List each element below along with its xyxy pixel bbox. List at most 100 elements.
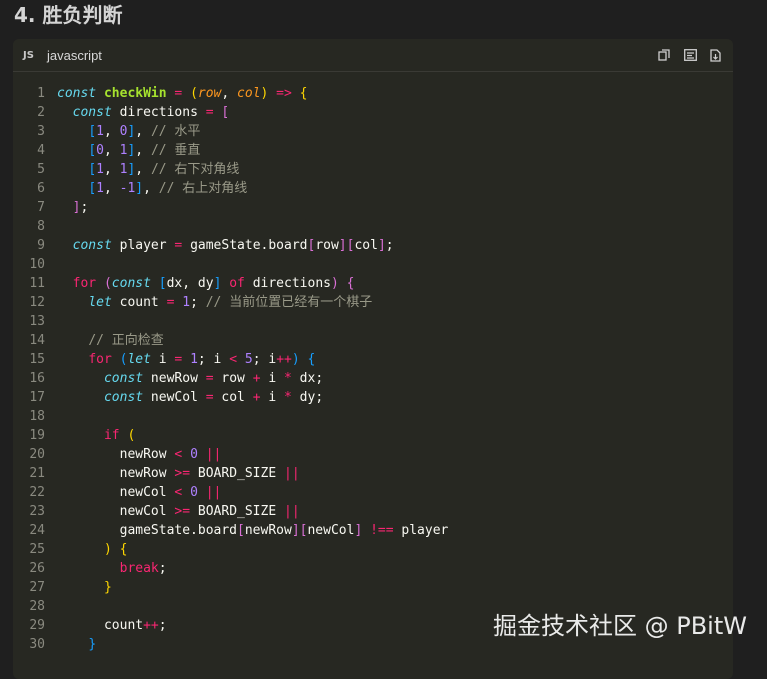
code-line: 9 const player = gameState.board[row][co… [13,236,733,255]
code-line: 23 newCol >= BOARD_SIZE || [13,502,733,521]
code-token: dx, dy [166,276,214,291]
code-token: gameState.board [190,238,308,253]
code-token: player [111,238,167,253]
code-token: , [221,86,238,101]
line-number: 28 [29,599,45,614]
code-token: count [111,295,159,310]
code-token: // 垂直 [150,143,201,158]
code-line: 19 if ( [13,426,733,445]
code-token: const [57,86,97,101]
code-token: ; [158,618,167,633]
line-number: 5 [37,162,45,177]
code-token: row [221,371,245,386]
code-text: const newRow = row + i * dx; [57,369,323,388]
code-token: { [346,276,355,291]
code-token: // 右下对角线 [150,162,240,177]
code-token: // 正向检查 [88,333,164,348]
code-text: newCol >= BOARD_SIZE || [57,502,300,521]
download-icon[interactable] [709,48,723,62]
line-number: 3 [37,124,45,139]
code-text: // 正向检查 [57,331,164,350]
code-line: 20 newRow < 0 || [13,445,733,464]
code-token: BOARD_SIZE [197,466,277,481]
line-number: 27 [29,580,45,595]
code-token: ( [103,276,112,291]
code-text: const checkWin = (row, col) => { [57,84,308,103]
code-token: -1 [119,181,136,196]
code-token: } [88,637,97,652]
javascript-icon: JS [23,49,34,61]
code-token: newRow [244,523,292,538]
code-token: || [197,447,222,462]
code-line: 15 for (let i = 1; i < 5; i++) { [13,350,733,369]
code-token: break [119,561,159,576]
code-token: // 水平 [150,124,201,139]
code-token: newCol [57,485,167,500]
code-line: 6 [1, -1], // 右上对角线 [13,179,733,198]
code-text: const player = gameState.board[row][col]… [57,236,394,255]
code-token: ) [103,542,112,557]
code-token: // 当前位置已经有一个棋子 [205,295,373,310]
code-token: row [315,238,339,253]
code-text: ]; [57,198,89,217]
code-token: ) [330,276,339,291]
code-token: gameState.board [57,523,238,538]
code-text: [1, 1], // 右下对角线 [57,160,239,179]
code-token: player [401,523,449,538]
code-token: + [244,371,269,386]
code-line: 5 [1, 1], // 右下对角线 [13,160,733,179]
line-number: 11 [29,276,45,291]
code-token: [ [221,105,230,120]
code-text: for (let i = 1; i < 5; i++) { [57,350,315,369]
code-token: = [197,105,222,120]
code-token: [ [88,124,97,139]
code-token: BOARD_SIZE [197,504,277,519]
code-token: const [72,238,112,253]
code-line: 18 [13,407,733,426]
code-token: !== [362,523,402,538]
code-actions [657,48,723,62]
copy-icon[interactable] [657,48,671,62]
line-number: 4 [37,143,45,158]
code-token: i [150,352,167,367]
code-line: 24 gameState.board[newRow][newCol] !== p… [13,521,733,540]
code-token: 1 [96,181,104,196]
code-token: count [57,618,144,633]
code-line: 4 [0, 1], // 垂直 [13,141,733,160]
code-text: if ( [57,426,135,445]
code-token: >= [166,504,198,519]
code-token: ; [190,295,206,310]
code-token: 0 [96,143,104,158]
line-number: 24 [29,523,45,538]
code-token: if [103,428,120,443]
code-token: ; [158,561,167,576]
code-line: 22 newCol < 0 || [13,483,733,502]
code-token: newCol [143,390,198,405]
code-token: ; i [197,352,230,367]
code-token: , [103,181,120,196]
code-token: ] [291,523,300,538]
code-line: 10 [13,255,733,274]
code-token: , [135,143,151,158]
code-token: newRow [57,466,167,481]
code-line: 21 newRow >= BOARD_SIZE || [13,464,733,483]
code-token: { [307,352,316,367]
code-text: [0, 1], // 垂直 [57,141,200,160]
line-number: 15 [29,352,45,367]
line-number: 18 [29,409,45,424]
wrap-icon[interactable] [683,48,697,62]
code-line: 27 } [13,578,733,597]
code-line: 8 [13,217,733,236]
code-token: + [244,390,269,405]
code-token: , [143,181,159,196]
